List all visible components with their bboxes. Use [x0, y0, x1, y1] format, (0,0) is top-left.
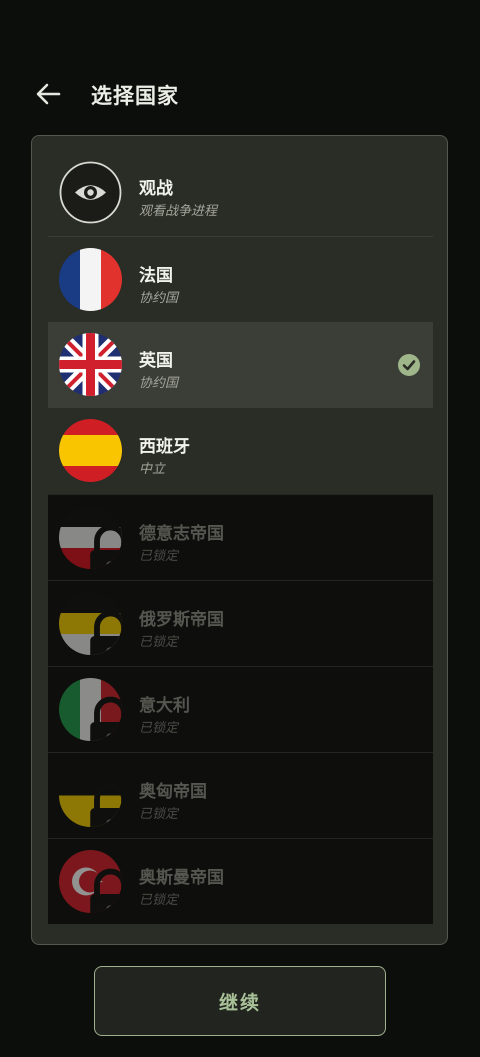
- country-row-uk[interactable]: 英国 协约国: [48, 322, 433, 408]
- spain-flag-icon: [59, 419, 122, 482]
- austria-hungary-flag-icon: [59, 764, 122, 827]
- country-name: 法国: [139, 266, 173, 286]
- country-panel: 观战 观看战争进程 法国 协约国 英国 协约国 西班牙 中立 德意志帝国 已锁定…: [31, 135, 448, 945]
- continue-button[interactable]: 继续: [94, 966, 386, 1036]
- country-name: 意大利: [139, 696, 190, 716]
- arrow-left-icon: [36, 83, 61, 105]
- country-name: 英国: [139, 351, 173, 371]
- uk-flag-icon: [59, 333, 122, 396]
- country-name: 观战: [139, 179, 173, 199]
- country-row-russian-empire[interactable]: 俄罗斯帝国 已锁定: [48, 580, 433, 666]
- country-row-spectate[interactable]: 观战 观看战争进程: [48, 150, 433, 236]
- country-status: 已锁定: [139, 549, 179, 564]
- german-empire-flag-icon: [59, 506, 122, 569]
- lock-icon: [90, 868, 122, 913]
- country-row-france[interactable]: 法国 协约国: [48, 236, 433, 322]
- lock-icon: [90, 524, 122, 569]
- country-status: 协约国: [139, 376, 179, 391]
- country-status: 已锁定: [139, 893, 179, 908]
- ottoman-flag-icon: [59, 850, 122, 913]
- country-row-german-empire[interactable]: 德意志帝国 已锁定: [48, 494, 433, 580]
- lock-icon: [90, 696, 122, 741]
- country-status: 已锁定: [139, 721, 179, 736]
- header: 选择国家: [0, 72, 480, 116]
- country-status: 已锁定: [139, 635, 179, 650]
- country-status: 协约国: [139, 291, 179, 306]
- country-name: 奥斯曼帝国: [139, 868, 224, 888]
- back-button[interactable]: [33, 80, 63, 108]
- country-name: 奥匈帝国: [139, 782, 207, 802]
- lock-icon: [90, 782, 122, 827]
- country-status: 中立: [139, 462, 166, 477]
- page-title: 选择国家: [91, 84, 179, 108]
- country-name: 德意志帝国: [139, 524, 224, 544]
- country-list: 观战 观看战争进程 法国 协约国 英国 协约国 西班牙 中立 德意志帝国 已锁定…: [48, 150, 433, 924]
- country-name: 俄罗斯帝国: [139, 610, 224, 630]
- country-status: 已锁定: [139, 807, 179, 822]
- country-row-spain[interactable]: 西班牙 中立: [48, 408, 433, 494]
- country-row-italy[interactable]: 意大利 已锁定: [48, 666, 433, 752]
- country-name: 西班牙: [139, 437, 190, 457]
- country-row-ottoman-empire[interactable]: 奥斯曼帝国 已锁定: [48, 838, 433, 924]
- lock-icon: [90, 610, 122, 655]
- france-flag-icon: [59, 248, 122, 311]
- russian-empire-flag-icon: [59, 592, 122, 655]
- eye-icon: [59, 161, 122, 224]
- checkmark-icon: [398, 354, 420, 376]
- italy-flag-icon: [59, 678, 122, 741]
- country-row-austria-hungary[interactable]: 奥匈帝国 已锁定: [48, 752, 433, 838]
- country-status: 观看战争进程: [139, 204, 218, 219]
